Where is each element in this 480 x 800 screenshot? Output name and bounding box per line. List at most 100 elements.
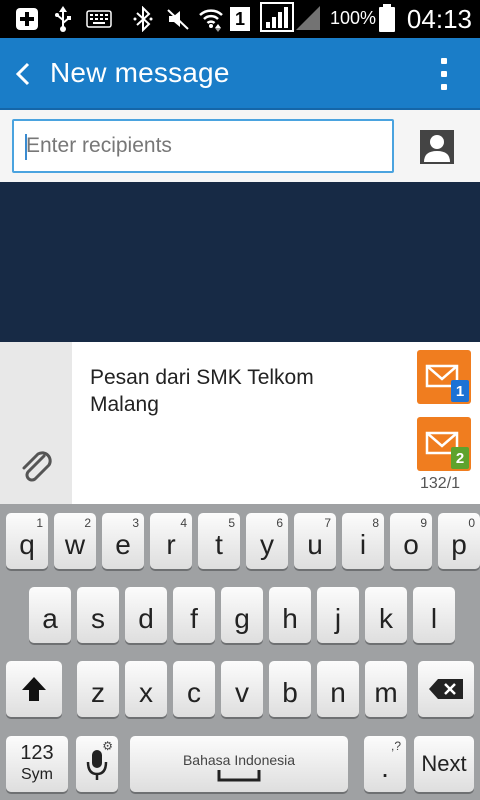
action-bar: New message	[0, 38, 480, 110]
sim-number: 1	[234, 8, 245, 29]
attach-button[interactable]	[16, 446, 56, 486]
space-key-label: Bahasa Indonesia	[182, 752, 296, 768]
key-label: v	[235, 677, 249, 708]
key-label: o	[403, 529, 419, 560]
key-label: m	[374, 677, 398, 708]
more-options-dot	[441, 84, 447, 90]
clock: 04:13	[406, 4, 472, 34]
paperclip-icon	[22, 451, 52, 482]
message-line: Malang	[90, 393, 159, 416]
key-label: e	[115, 529, 131, 560]
key-label: s	[91, 603, 105, 634]
settings-icon: ⚙	[102, 739, 113, 753]
signal-strength-icon	[260, 2, 324, 32]
shift-key[interactable]	[6, 661, 62, 717]
key-label: c	[187, 677, 201, 708]
symbols-key-top: 123	[20, 742, 54, 764]
space-key[interactable]: Bahasa Indonesia	[130, 736, 348, 792]
key-secondary-label: 6	[276, 516, 283, 530]
message-line: Pesan dari SMK Telkom	[90, 366, 314, 389]
key-secondary-label: 3	[132, 516, 139, 530]
recipients-input[interactable]	[12, 119, 394, 173]
key-q[interactable]: q1	[6, 513, 48, 569]
key-a[interactable]: a	[29, 587, 71, 643]
voice-input-key[interactable]: ⚙	[76, 736, 118, 792]
key-l[interactable]: l	[413, 587, 455, 643]
mute-icon	[166, 6, 190, 32]
key-label: h	[282, 603, 298, 634]
text-cursor	[25, 134, 27, 160]
key-label: b	[282, 677, 298, 708]
chevron-left-icon	[15, 62, 30, 86]
symbols-key[interactable]: 123 Sym	[6, 736, 68, 792]
key-label: r	[166, 529, 176, 560]
key-h[interactable]: h	[269, 587, 311, 643]
character-count: 132/1	[420, 475, 461, 492]
key-x[interactable]: x	[125, 661, 167, 717]
key-label: Next	[421, 751, 467, 776]
sim1-badge: 1	[451, 380, 469, 402]
key-y[interactable]: y6	[246, 513, 288, 569]
key-label: n	[330, 677, 346, 708]
key-t[interactable]: t5	[198, 513, 240, 569]
send-sim2-button[interactable]: 2	[417, 417, 471, 471]
key-label: y	[260, 529, 274, 560]
key-f[interactable]: f	[173, 587, 215, 643]
sim2-badge: 2	[451, 447, 469, 469]
key-label: p	[451, 529, 467, 560]
key-label: .	[381, 752, 389, 783]
add-notification-icon	[14, 6, 40, 32]
key-m[interactable]: m	[365, 661, 407, 717]
key-secondary-label: 5	[228, 516, 235, 530]
space-icon	[217, 770, 261, 782]
backspace-key[interactable]	[418, 661, 474, 717]
conversation-area	[0, 182, 480, 342]
add-contact-button[interactable]	[420, 130, 454, 164]
key-n[interactable]: n	[317, 661, 359, 717]
key-label: t	[215, 529, 223, 560]
more-options-dot	[441, 71, 447, 77]
usb-icon	[52, 6, 74, 32]
period-key[interactable]: .,?	[364, 736, 406, 792]
key-c[interactable]: c	[173, 661, 215, 717]
more-options-button[interactable]	[436, 56, 452, 94]
key-label: l	[430, 603, 438, 634]
key-s[interactable]: s	[77, 587, 119, 643]
battery-percent: 100%	[330, 8, 377, 28]
next-key[interactable]: Next	[414, 736, 474, 792]
key-label: d	[138, 603, 154, 634]
back-button[interactable]	[8, 56, 38, 92]
key-r[interactable]: r4	[150, 513, 192, 569]
battery-icon	[378, 4, 396, 32]
keyboard-icon	[86, 6, 112, 32]
key-label: x	[139, 677, 153, 708]
key-label: u	[307, 529, 323, 560]
key-secondary-label: 2	[84, 516, 91, 530]
key-o[interactable]: o9	[390, 513, 432, 569]
key-z[interactable]: z	[77, 661, 119, 717]
key-secondary-label: 1	[36, 516, 43, 530]
key-i[interactable]: i8	[342, 513, 384, 569]
bluetooth-icon	[132, 6, 154, 32]
key-j[interactable]: j	[317, 587, 359, 643]
more-options-icon	[441, 58, 447, 64]
key-label: w	[64, 529, 86, 560]
key-w[interactable]: w2	[54, 513, 96, 569]
key-label: g	[234, 603, 250, 634]
key-g[interactable]: g	[221, 587, 263, 643]
key-k[interactable]: k	[365, 587, 407, 643]
key-b[interactable]: b	[269, 661, 311, 717]
key-e[interactable]: e3	[102, 513, 144, 569]
key-v[interactable]: v	[221, 661, 263, 717]
key-u[interactable]: u7	[294, 513, 336, 569]
message-input[interactable]: Pesan dari SMK Telkom Malang	[90, 364, 400, 418]
key-label: i	[359, 529, 367, 560]
key-d[interactable]: d	[125, 587, 167, 643]
key-p[interactable]: p0	[438, 513, 480, 569]
key-secondary-label: 8	[372, 516, 379, 530]
key-label: a	[42, 603, 58, 634]
keyboard: q 1 w 2 e 3 r 4 t 5 y 6 u 7 i 8 o 9 p 0 a s d f g h j k l z x c v b n m 123 S…	[0, 504, 480, 800]
key-label: f	[190, 603, 198, 634]
send-sim1-button[interactable]: 1	[417, 350, 471, 404]
wifi-icon	[198, 6, 224, 32]
